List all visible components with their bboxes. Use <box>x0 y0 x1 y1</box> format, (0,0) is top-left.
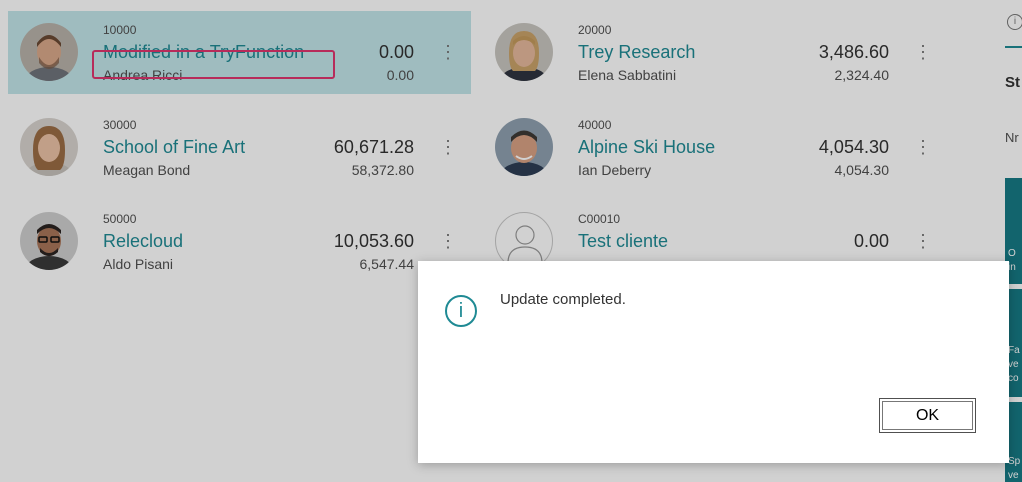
message-dialog: i Update completed. OK <box>418 261 1009 463</box>
ok-button[interactable]: OK <box>879 398 976 433</box>
info-icon: i <box>445 295 477 327</box>
dialog-message: Update completed. <box>500 291 626 308</box>
